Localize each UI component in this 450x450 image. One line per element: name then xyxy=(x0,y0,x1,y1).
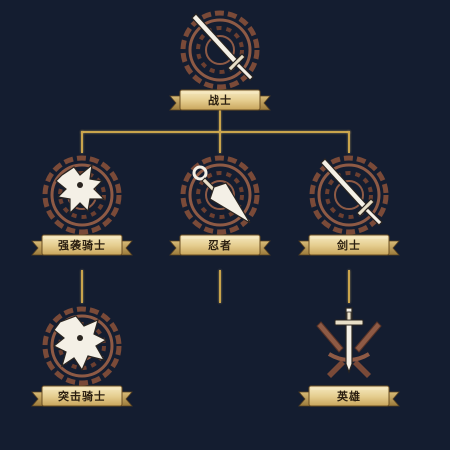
job-name-label: 突击骑士 xyxy=(58,390,106,403)
connector-assault-to-charge xyxy=(81,270,83,303)
job-emblem xyxy=(40,153,124,237)
job-name-banner: 强袭骑士 xyxy=(28,231,136,259)
crossed-swords-icon xyxy=(316,307,382,378)
job-node-warrior[interactable]: 战士 xyxy=(164,8,276,118)
job-node-ninja[interactable]: 忍者 xyxy=(164,153,276,263)
job-node-hero[interactable]: 英雄 xyxy=(293,304,405,414)
job-node-charge-knight[interactable]: 突击骑士 xyxy=(26,304,138,414)
dragon-icon xyxy=(40,304,124,388)
job-name-banner: 剑士 xyxy=(295,231,403,259)
connector-to-swordsman xyxy=(348,131,350,153)
dragon-icon xyxy=(40,153,124,237)
sword-icon xyxy=(178,8,262,92)
job-node-swordsman[interactable]: 剑士 xyxy=(293,153,405,263)
connector-ninja-down xyxy=(219,270,221,303)
job-emblem xyxy=(178,8,262,92)
job-name-label: 英雄 xyxy=(337,390,361,403)
job-emblem xyxy=(307,153,391,237)
job-emblem xyxy=(178,153,262,237)
job-name-label: 剑士 xyxy=(337,239,361,252)
job-name-banner: 突击骑士 xyxy=(28,382,136,410)
kunai-icon xyxy=(178,153,262,237)
connector-swordsman-to-hero xyxy=(348,270,350,303)
job-emblem xyxy=(307,304,391,388)
job-node-assault-knight[interactable]: 强袭骑士 xyxy=(26,153,138,263)
job-name-label: 战士 xyxy=(208,94,232,107)
job-name-label: 忍者 xyxy=(208,239,232,252)
job-name-banner: 战士 xyxy=(166,86,274,114)
job-name-banner: 英雄 xyxy=(295,382,403,410)
job-name-banner: 忍者 xyxy=(166,231,274,259)
job-emblem xyxy=(40,304,124,388)
connector-to-ninja xyxy=(219,131,221,153)
job-name-label: 强袭骑士 xyxy=(58,239,106,252)
connector-horizontal xyxy=(81,131,350,133)
sword-icon xyxy=(307,153,391,237)
connector-to-assault-knight xyxy=(81,131,83,153)
